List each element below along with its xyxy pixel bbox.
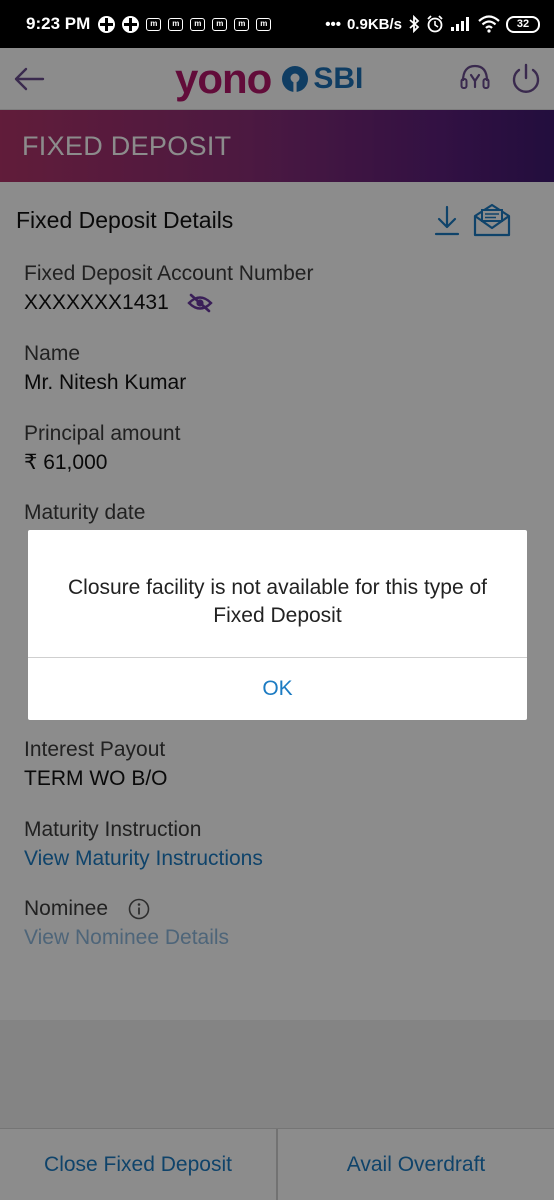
dialog-message: Closure facility is not available for th…: [46, 574, 509, 630]
dialog-message-line-2: Fixed Deposit: [213, 604, 342, 627]
status-notifications: m m m m m m: [98, 15, 272, 33]
mail-notification-icon: m: [256, 17, 272, 31]
mail-notification-icon: m: [146, 17, 162, 31]
hub-icon: [98, 15, 116, 33]
mail-notification-icon: m: [190, 17, 206, 31]
signal-icon: [451, 17, 469, 31]
dialog-ok-button[interactable]: OK: [28, 658, 527, 720]
battery-indicator: 32: [506, 15, 540, 33]
status-bar: 9:23 PM m m m m m m ••• 0.9KB/s 32: [0, 0, 554, 48]
bluetooth-icon: [409, 15, 420, 33]
hub-icon: [122, 15, 140, 33]
mail-notification-icon: m: [212, 17, 228, 31]
mail-notification-icon: m: [234, 17, 250, 31]
mail-notification-icon: m: [168, 17, 184, 31]
closure-alert-dialog: Closure facility is not available for th…: [28, 530, 527, 720]
dialog-message-line-1: Closure facility is not available for th…: [67, 576, 488, 599]
more-dots-icon: •••: [325, 15, 341, 33]
status-right: ••• 0.9KB/s 32: [325, 15, 540, 33]
network-speed: 0.9KB/s: [346, 15, 402, 33]
wifi-icon: [478, 15, 500, 33]
alarm-icon: [427, 15, 443, 33]
status-time: 9:23 PM: [26, 14, 91, 33]
